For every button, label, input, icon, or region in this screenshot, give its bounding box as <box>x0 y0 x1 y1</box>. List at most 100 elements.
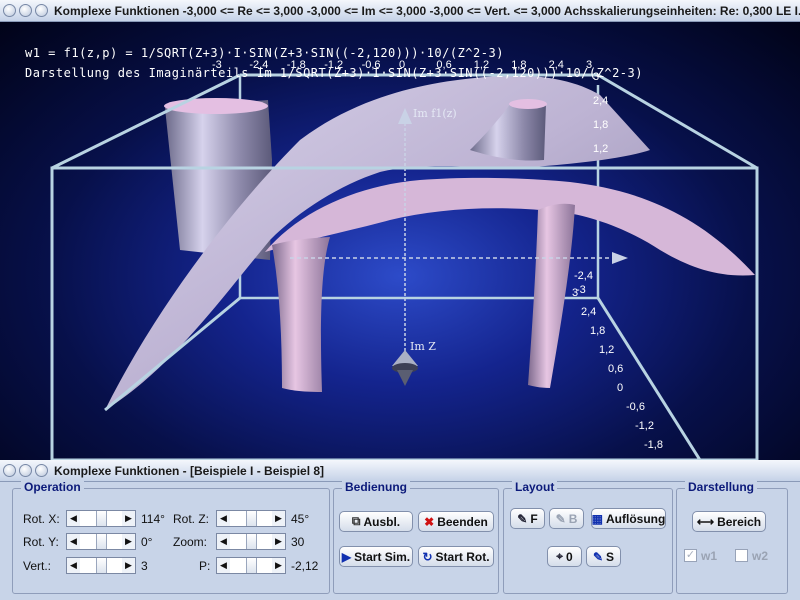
surface-leg-right <box>528 203 575 388</box>
arrow-right-icon[interactable]: ▶ <box>122 558 135 573</box>
plot-window: Komplexe Funktionen -3,000 <= Re <= 3,00… <box>0 0 800 460</box>
start-rot-button[interactable]: ↻ Start Rot. <box>418 546 494 567</box>
im-z-axis-cone <box>392 350 418 386</box>
w1-checkbox[interactable]: ✓ <box>684 549 697 562</box>
color-b-button-label: B <box>568 511 578 526</box>
right-scale-tick: 3 <box>572 287 578 299</box>
origin-button[interactable]: ⌖ 0 <box>547 546 582 567</box>
right-scale-tick: 2,4 <box>593 95 608 107</box>
paint-bucket-icon: ✎ <box>555 511 566 526</box>
layout-group: Layout <box>503 480 673 594</box>
s-button[interactable]: ✎ S <box>586 546 621 567</box>
right-scale-tick: -0,6 <box>626 401 645 413</box>
right-scale-tick: 1,8 <box>590 325 605 337</box>
surface-saddle <box>265 177 755 276</box>
arrow-right-icon[interactable]: ▶ <box>272 511 285 526</box>
minimize-icon[interactable] <box>19 464 32 477</box>
slider-thumb[interactable] <box>245 558 257 573</box>
right-scale-tick: 2,4 <box>581 306 596 318</box>
paint-bucket-icon: ✎ <box>517 511 528 526</box>
ausbl-button[interactable]: ⧉ Ausbl. <box>339 511 413 532</box>
rot-y-label: Rot. Y: <box>23 535 59 549</box>
rot-y-slider[interactable]: ◀ ▶ <box>66 533 136 550</box>
control-window-titlebar[interactable]: Komplexe Funktionen - [Beispiele I - Bei… <box>0 460 800 482</box>
rot-x-slider[interactable]: ◀ ▶ <box>66 510 136 527</box>
right-scale-tick: 0,6 <box>608 363 623 375</box>
slider-thumb[interactable] <box>95 511 107 526</box>
start-sim-button[interactable]: ▶ Start Sim. <box>339 546 413 567</box>
arrow-left-icon[interactable]: ◀ <box>67 511 80 526</box>
p-value: -2,12 <box>291 559 319 573</box>
arrow-right-icon[interactable]: ▶ <box>122 534 135 549</box>
plot-window-titlebar[interactable]: Komplexe Funktionen -3,000 <= Re <= 3,00… <box>0 0 800 22</box>
axis-label-im-z: Im Z <box>410 340 436 353</box>
zoom-label: Zoom: <box>173 535 208 549</box>
range-icon: ⟷ <box>696 514 715 529</box>
w2-checkbox[interactable] <box>735 549 748 562</box>
right-scale-tick: 1,8 <box>593 119 608 131</box>
zoom-value: 30 <box>291 535 305 549</box>
bereich-button[interactable]: ⟷ Bereich <box>692 511 766 532</box>
right-scale-tick: 0 <box>617 382 623 394</box>
start-sim-button-label: Start Sim. <box>354 549 411 564</box>
arrow-left-icon[interactable]: ◀ <box>67 534 80 549</box>
rot-y-value: 0° <box>141 535 153 549</box>
surface-leg-left <box>272 237 330 392</box>
slider-thumb[interactable] <box>245 511 257 526</box>
control-window-title: Komplexe Funktionen - [Beispiele I - Bei… <box>54 463 325 478</box>
arrow-right-icon[interactable]: ▶ <box>272 534 285 549</box>
slider-thumb[interactable] <box>95 534 107 549</box>
bedienung-group-label: Bedienung <box>342 480 410 494</box>
aufloesung-button[interactable]: ▦ Auflösung <box>591 508 666 529</box>
plot-graphic: -3 -2,4 -1,8 -1,2 -0,6 0 0,6 1,2 1,8 2,4 3 32,41,8… <box>50 59 759 460</box>
arrow-left-icon[interactable]: ◀ <box>67 558 80 573</box>
resolution-icon: ▦ <box>591 511 604 526</box>
right-scale-tick: 1,2 <box>599 344 614 356</box>
formula-line-1: w1 = f1(z,p) = 1/SQRT(Z+3)·I·SIN(Z+3·SIN… <box>25 46 504 60</box>
arrow-left-icon[interactable]: ◀ <box>217 511 230 526</box>
plot-window-title: Komplexe Funktionen -3,000 <= Re <= 3,00… <box>54 3 800 18</box>
vert-slider[interactable]: ◀ ▶ <box>66 557 136 574</box>
right-scale-tick: -1,8 <box>644 439 663 451</box>
color-b-button[interactable]: ✎ B <box>549 508 584 529</box>
p-label: P: <box>199 559 211 573</box>
arrow-right-icon[interactable]: ▶ <box>122 511 135 526</box>
w2-checkbox-label: w2 <box>752 549 769 563</box>
zoom-slider[interactable]: ◀ ▶ <box>216 533 286 550</box>
darstellung-group: Darstellung <box>676 480 788 594</box>
real-axis-arrow <box>612 252 628 264</box>
window-menu-icon[interactable] <box>3 464 16 477</box>
beenden-button[interactable]: ✖ Beenden <box>418 511 494 532</box>
arrow-left-icon[interactable]: ◀ <box>217 534 230 549</box>
arrow-right-icon[interactable]: ▶ <box>272 558 285 573</box>
window-menu-icon[interactable] <box>3 4 16 17</box>
right-scale-tick: 1,2 <box>593 143 608 155</box>
color-f-button[interactable]: ✎ F <box>510 508 545 529</box>
rot-x-label: Rot. X: <box>23 512 60 526</box>
color-f-button-label: F <box>530 511 538 526</box>
bedienung-group: Bedienung <box>333 480 499 594</box>
slider-thumb[interactable] <box>95 558 107 573</box>
minimize-icon[interactable] <box>19 4 32 17</box>
start-rot-button-label: Start Rot. <box>435 549 490 564</box>
arrow-left-icon[interactable]: ◀ <box>217 558 230 573</box>
operation-group-label: Operation <box>21 480 84 494</box>
rot-z-slider[interactable]: ◀ ▶ <box>216 510 286 527</box>
origin-button-label: 0 <box>566 549 573 564</box>
plot-canvas[interactable]: -3 -2,4 -1,8 -1,2 -0,6 0 0,6 1,2 1,8 2,4 3 3 2,4 1,8… <box>0 22 800 460</box>
slider-thumb[interactable] <box>245 534 257 549</box>
p-slider[interactable]: ◀ ▶ <box>216 557 286 574</box>
rot-x-value: 114° <box>141 512 165 526</box>
paint-icon: ✎ <box>592 549 604 564</box>
hide-icon: ⧉ <box>351 514 361 528</box>
vert-label: Vert.: <box>23 559 52 573</box>
ausbl-button-label: Ausbl. <box>363 514 401 529</box>
maximize-icon[interactable] <box>35 464 48 477</box>
layout-group-label: Layout <box>512 480 558 494</box>
right-scale-tick: -1,2 <box>635 420 654 432</box>
aufloesung-button-label: Auflösung <box>606 511 666 526</box>
formula-line-2: Darstellung des Imaginärteils Im 1/SQRT(… <box>25 66 643 80</box>
play-icon: ▶ <box>341 549 352 564</box>
right-scale-tick: -2,4 <box>574 270 593 282</box>
maximize-icon[interactable] <box>35 4 48 17</box>
